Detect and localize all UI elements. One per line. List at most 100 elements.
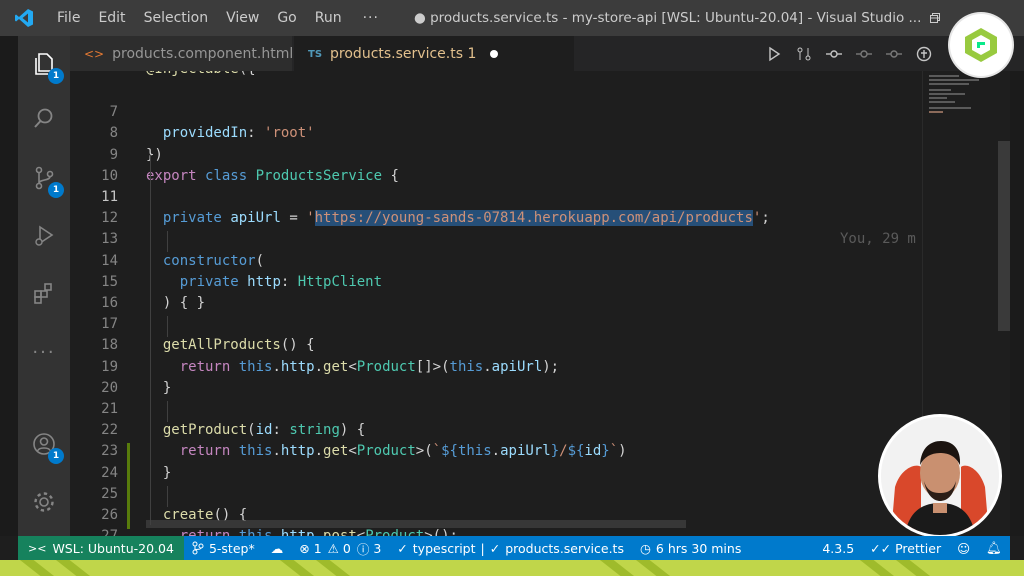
vscode-logo-icon bbox=[0, 0, 48, 36]
explorer-button[interactable]: 1 bbox=[18, 40, 70, 88]
extensions-button[interactable] bbox=[18, 270, 70, 318]
code-line: 17 getAllProducts() { bbox=[101, 316, 315, 354]
tab-label: products.component.html bbox=[112, 45, 294, 62]
cloud-upload-icon: ☁ bbox=[270, 540, 284, 556]
info-icon: ⓘ bbox=[356, 541, 370, 557]
code-line: 14 private http: HttpClient bbox=[101, 252, 383, 290]
code-line: 15 ) { } bbox=[101, 273, 206, 311]
prettier-status[interactable]: ✓✓ Prettier bbox=[862, 536, 949, 560]
indent-guide bbox=[167, 486, 168, 507]
editor-actions bbox=[764, 36, 934, 71]
explorer-badge: 1 bbox=[48, 68, 64, 84]
menu-edit[interactable]: Edit bbox=[89, 0, 134, 36]
horizontal-scrollbar[interactable] bbox=[146, 520, 686, 528]
sync-button[interactable]: ☁ bbox=[263, 536, 292, 560]
separator: | bbox=[480, 540, 485, 556]
html-file-icon: <> bbox=[84, 46, 105, 61]
code-line: 16 bbox=[101, 295, 118, 311]
feedback-button[interactable]: ☺ bbox=[949, 536, 978, 560]
code-line: 9 export class ProductsService { bbox=[109, 146, 399, 184]
minimap-line bbox=[929, 111, 943, 113]
git-added-gutter bbox=[127, 443, 130, 529]
code-line: 13 constructor( bbox=[101, 231, 265, 269]
language-label: typescript bbox=[412, 540, 476, 556]
feedback-icon: ☺ bbox=[957, 540, 971, 556]
indent-guide bbox=[167, 401, 168, 422]
git-branch-icon bbox=[192, 541, 204, 555]
time-tracker[interactable]: ◷ 6 hrs 30 mins bbox=[632, 536, 749, 560]
accounts-badge: 1 bbox=[48, 448, 64, 464]
code-line: 25 create() { bbox=[101, 485, 248, 523]
minimap-line bbox=[929, 97, 947, 99]
accounts-button[interactable]: 1 bbox=[18, 420, 70, 468]
code-line: 18 return this.http.get<Product[]>(this.… bbox=[101, 337, 560, 375]
settings-button[interactable] bbox=[18, 478, 70, 526]
code-line: 24 bbox=[101, 464, 118, 481]
more-views-button[interactable]: ··· bbox=[18, 328, 70, 376]
tab-bar: <> products.component.html TS products.s… bbox=[70, 36, 1024, 71]
ellipsis-icon: ··· bbox=[32, 341, 56, 363]
window-title: ● products.service.ts - my-store-api [WS… bbox=[414, 10, 922, 26]
error-count: 1 bbox=[313, 540, 322, 556]
right-frame-strip bbox=[1010, 36, 1024, 536]
branch-label: 5-step* bbox=[208, 540, 255, 556]
tab-products-service-ts[interactable]: TS products.service.ts 1 bbox=[294, 36, 574, 71]
remote-icon: >< bbox=[28, 541, 47, 555]
menu-run[interactable]: Run bbox=[306, 0, 351, 36]
activity-bar: 1 1 ··· 1 bbox=[18, 36, 70, 536]
decorative-bottom-band bbox=[0, 560, 1024, 576]
error-icon: ⊗ bbox=[299, 540, 310, 556]
webcam-overlay bbox=[878, 414, 1002, 538]
menu-more-button[interactable]: ··· bbox=[351, 10, 391, 26]
code-line: 21 getProduct(id: string) { bbox=[101, 401, 366, 439]
language-status[interactable]: ✓ typescript | ✓ products.service.ts bbox=[389, 536, 632, 560]
bell-icon: 🔔︎ bbox=[986, 540, 1002, 555]
channel-logo bbox=[950, 14, 1012, 76]
notifications-button[interactable]: 🔔︎ bbox=[978, 536, 1010, 560]
minimap-line bbox=[929, 83, 969, 85]
tab-label: products.service.ts 1 bbox=[330, 46, 477, 62]
check-icon: ✓ bbox=[397, 540, 408, 556]
code-line-partial: @Injectable({ bbox=[70, 71, 922, 80]
restore-button[interactable] bbox=[912, 0, 958, 36]
minimap-line bbox=[929, 107, 971, 109]
code-line: 19 } bbox=[101, 358, 172, 396]
indent-guide bbox=[167, 316, 168, 337]
extensions-icon bbox=[34, 283, 52, 304]
title-bar: File Edit Selection View Go Run ··· ● pr… bbox=[0, 0, 1024, 36]
tab-products-component-html[interactable]: <> products.component.html bbox=[70, 36, 294, 71]
go-back-commit-icon[interactable] bbox=[824, 44, 844, 64]
ts-version[interactable]: 4.3.5 bbox=[814, 536, 862, 560]
code-editor[interactable]: @Injectable({ 7 providedIn: 'root' 8 }) … bbox=[70, 71, 922, 536]
next-change-icon[interactable] bbox=[884, 44, 904, 64]
code-line: 20 bbox=[101, 379, 118, 396]
run-debug-icon bbox=[35, 225, 54, 246]
source-control-badge: 1 bbox=[48, 182, 64, 198]
indent-guide bbox=[150, 155, 151, 525]
menu-go[interactable]: Go bbox=[268, 0, 305, 36]
previous-change-icon[interactable] bbox=[854, 44, 874, 64]
formatter-label: Prettier bbox=[895, 540, 942, 556]
code-line: 8 }) bbox=[109, 125, 163, 163]
menu-selection[interactable]: Selection bbox=[135, 0, 218, 36]
run-icon[interactable] bbox=[764, 44, 784, 64]
time-label: 6 hrs 30 mins bbox=[655, 540, 742, 556]
source-control-button[interactable]: 1 bbox=[18, 154, 70, 202]
presenter-avatar bbox=[881, 417, 999, 535]
code-line: 22 return this.http.get<Product>(`${this… bbox=[101, 422, 627, 460]
run-debug-button[interactable] bbox=[18, 212, 70, 260]
branch-status[interactable]: 5-step* bbox=[184, 536, 263, 560]
menu-file[interactable]: File bbox=[48, 0, 89, 36]
scrollbar-thumb[interactable] bbox=[998, 141, 1010, 331]
file-label: products.service.ts bbox=[505, 540, 624, 556]
compare-changes-icon[interactable] bbox=[794, 44, 814, 64]
unsaved-dot-icon[interactable] bbox=[490, 50, 499, 58]
problems-status[interactable]: ⊗ 1 ⚠ 0 ⓘ 3 bbox=[291, 536, 389, 560]
minimap-line bbox=[929, 101, 955, 103]
menu-view[interactable]: View bbox=[217, 0, 268, 36]
remote-indicator[interactable]: >< WSL: Ubuntu-20.04 bbox=[18, 536, 184, 560]
double-check-icon: ✓✓ bbox=[870, 540, 892, 556]
toggle-blame-icon[interactable] bbox=[914, 44, 934, 64]
status-bar-right: 4.3.5 ✓✓ Prettier ☺ 🔔︎ bbox=[814, 536, 1010, 560]
search-button[interactable] bbox=[18, 94, 70, 142]
